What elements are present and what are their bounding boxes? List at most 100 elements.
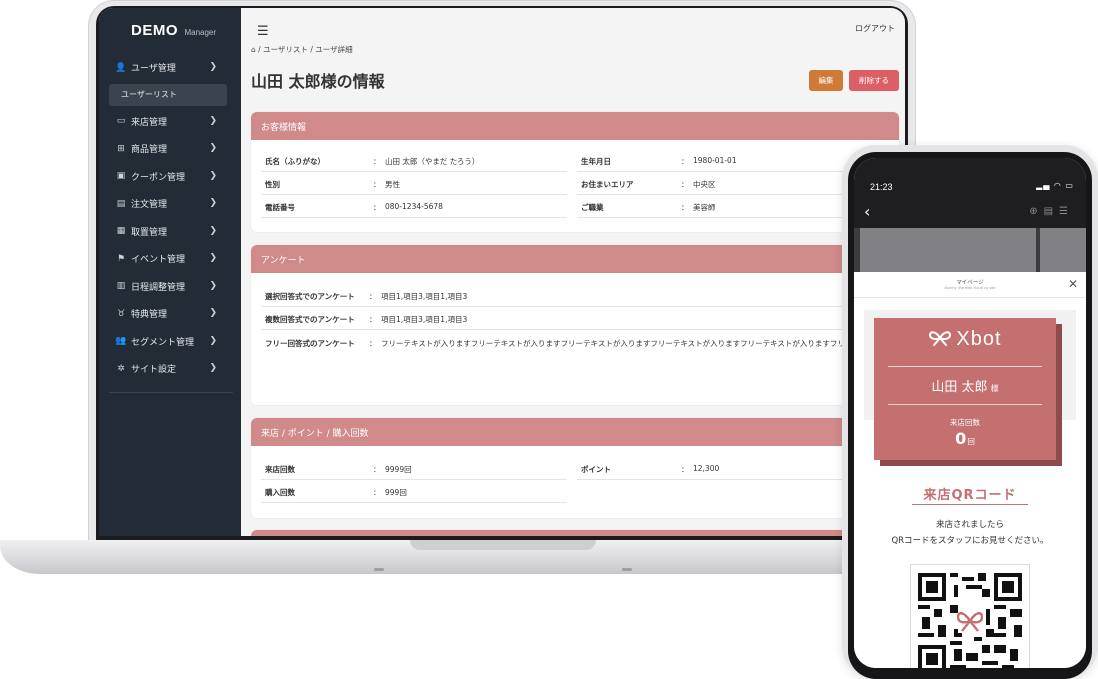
back-chevron-icon[interactable]: ‹ xyxy=(864,202,870,221)
modal-title: マイページ xyxy=(956,280,984,286)
mypage-modal: マイページ Ibunny line web cloud co site ✕ Xb… xyxy=(854,272,1086,668)
info-value: 9999回 xyxy=(385,465,412,474)
visit-count: 0回 xyxy=(874,429,1056,448)
breadcrumb-user-list[interactable]: ユーザリスト xyxy=(263,45,308,54)
chevron-right-icon: ❯ xyxy=(209,170,217,181)
laptop-foot xyxy=(622,568,632,571)
store-icon: ▭ xyxy=(116,116,126,127)
sidebar-item-site-settings[interactable]: ✲ サイト設定 ❯ xyxy=(99,355,241,383)
brand-name: DEMO xyxy=(131,22,178,39)
info-row-gender: 性別 ： 男性 xyxy=(261,173,567,195)
bow-logo-icon xyxy=(929,331,952,346)
card-header xyxy=(251,530,899,536)
member-card: Xbot 山田 太郎様 来店回数 0回 xyxy=(874,318,1056,460)
info-value: 999回 xyxy=(385,488,407,497)
visit-count-unit: 回 xyxy=(967,437,975,446)
survey-row-single: 選択回答式でのアンケート ： 項目1,項目3,項目1,項目3 xyxy=(261,285,891,307)
sidebar-nav: 👤 ユーザ管理 ❯ ユーザーリスト ▭ 来店管理 ❯ ⊞ 商品管理 ❯ ▣ クー… xyxy=(99,54,241,383)
logout-link[interactable]: ログアウト xyxy=(855,23,895,34)
chevron-right-icon: ❯ xyxy=(209,225,217,236)
qr-code-icon[interactable] xyxy=(918,573,1022,668)
colon: ： xyxy=(373,488,381,497)
users-icon: 👥 xyxy=(115,336,127,347)
info-value: 12,300 xyxy=(693,464,720,473)
sidebar-item-segments[interactable]: 👥 セグメント管理 ❯ xyxy=(99,328,241,356)
sidebar-item-benefits[interactable]: ♉ 特典管理 ❯ xyxy=(99,300,241,328)
member-name: 山田 太郎様 xyxy=(874,376,1056,395)
survey-row-free: フリー回答式のアンケート ： フリーテキストが入りますフリーテキストが入りますフ… xyxy=(261,332,899,392)
sidebar-item-orders[interactable]: ▤ 注文管理 ❯ xyxy=(99,190,241,218)
next-card xyxy=(251,530,899,536)
breadcrumb-user-detail: ユーザ詳細 xyxy=(315,45,353,54)
ticket-icon: ▣ xyxy=(116,171,126,182)
browser-nav-bar: ‹ ⊕▤☰ xyxy=(854,198,1086,228)
main-content: ☰ ログアウト ⌂ / ユーザリスト / ユーザ詳細 山田 太郎様の情報 編集 … xyxy=(241,8,905,536)
colon: ： xyxy=(681,465,689,474)
sidebar-item-reservations[interactable]: ▦ 取置管理 ❯ xyxy=(99,218,241,246)
sidebar-item-label: 注文管理 xyxy=(131,200,168,211)
background-image xyxy=(860,228,1036,272)
sidebar-item-label: 特典管理 xyxy=(131,310,168,321)
sidebar-item-schedule[interactable]: ▥ 日程調整管理 ❯ xyxy=(99,273,241,301)
delete-button[interactable]: 削除する xyxy=(849,70,899,91)
card-header: お客様情報 xyxy=(251,112,899,140)
survey-row-multi: 複数回答式でのアンケート ： 項目1,項目3,項目1,項目3 xyxy=(261,308,891,330)
clipboard-icon: ▤ xyxy=(116,198,126,209)
sidebar-item-coupons[interactable]: ▣ クーポン管理 ❯ xyxy=(99,163,241,191)
phone-screen: 21:23 ▂▄ ◠ ▭ ‹ ⊕▤☰ マイページ Ibunny line web… xyxy=(854,158,1086,668)
sidebar-item-label: 取置管理 xyxy=(131,227,168,238)
info-label: お住まいエリア xyxy=(581,180,634,189)
colon: ： xyxy=(369,339,377,348)
brand-name: Xbot xyxy=(956,328,1002,350)
colon: ： xyxy=(681,203,689,212)
qr-title-underline xyxy=(912,504,1028,505)
user-icon: 👤 xyxy=(115,62,127,73)
colon: ： xyxy=(373,465,381,474)
colon: ： xyxy=(681,180,689,189)
qr-title: 来店QRコード xyxy=(923,488,1017,503)
info-label: 電話番号 xyxy=(265,203,295,212)
info-label: 購入回数 xyxy=(265,488,295,497)
card-divider xyxy=(888,366,1042,367)
chevron-right-icon: ❯ xyxy=(209,308,217,318)
sidebar-item-label: ユーザ管理 xyxy=(131,64,176,75)
laptop-foot xyxy=(374,568,384,571)
info-value: 1980-01-01 xyxy=(693,156,737,165)
status-bar: 21:23 ▂▄ ◠ ▭ xyxy=(854,158,1086,198)
info-row-name: 氏名（ふりがな） ： 山田 太郎（やまだ たろう） xyxy=(261,150,567,172)
sidebar-item-visits[interactable]: ▭ 来店管理 ❯ xyxy=(99,108,241,136)
hamburger-menu-icon[interactable]: ☰ xyxy=(257,24,269,39)
chevron-right-icon: ❯ xyxy=(209,280,217,291)
chevron-right-icon: ❯ xyxy=(209,62,217,72)
sidebar-item-events[interactable]: ⚑ イベント管理 ❯ xyxy=(99,245,241,273)
sidebar-subitem-user-list[interactable]: ユーザーリスト xyxy=(109,83,227,106)
info-label: 生年月日 xyxy=(581,157,611,166)
chevron-right-icon: ❯ xyxy=(209,143,217,153)
toolbar-icons[interactable]: ⊕▤☰ xyxy=(1029,206,1074,217)
close-icon[interactable]: ✕ xyxy=(1068,277,1078,291)
chevron-right-icon: ❯ xyxy=(209,363,217,373)
admin-screen: DEMO Manager 👤 ユーザ管理 ❯ ユーザーリスト ▭ 来店管理 ❯ … xyxy=(99,8,905,536)
edit-button[interactable]: 編集 xyxy=(809,70,843,91)
visit-count-value: 0 xyxy=(955,429,967,448)
sidebar-item-products[interactable]: ⊞ 商品管理 ❯ xyxy=(99,135,241,163)
customer-info-card: お客様情報 氏名（ふりがな） ： 山田 太郎（やまだ たろう） 生年月日 ： 1… xyxy=(251,112,899,232)
info-label: 性別 xyxy=(265,180,280,189)
sidebar-item-label: 日程調整管理 xyxy=(131,282,186,293)
card-divider xyxy=(888,404,1042,405)
gift-icon: ⊞ xyxy=(117,143,125,154)
card-header: アンケート xyxy=(251,245,899,273)
colon: ： xyxy=(373,157,381,166)
home-icon[interactable]: ⌂ xyxy=(251,45,256,54)
colon: ： xyxy=(373,180,381,189)
stats-row-visits: 来店回数 ： 9999回 xyxy=(261,458,567,480)
award-icon: ♉ xyxy=(116,308,126,319)
chevron-right-icon: ❯ xyxy=(209,115,217,126)
breadcrumb-separator: / xyxy=(310,45,313,54)
brand-logo[interactable]: DEMO Manager xyxy=(131,22,216,40)
sidebar-item-users[interactable]: 👤 ユーザ管理 ❯ xyxy=(99,54,241,82)
sidebar-item-label: 商品管理 xyxy=(131,145,168,156)
colon: ： xyxy=(369,292,377,301)
info-label: 来店回数 xyxy=(265,465,295,474)
laptop-notch xyxy=(410,540,596,550)
